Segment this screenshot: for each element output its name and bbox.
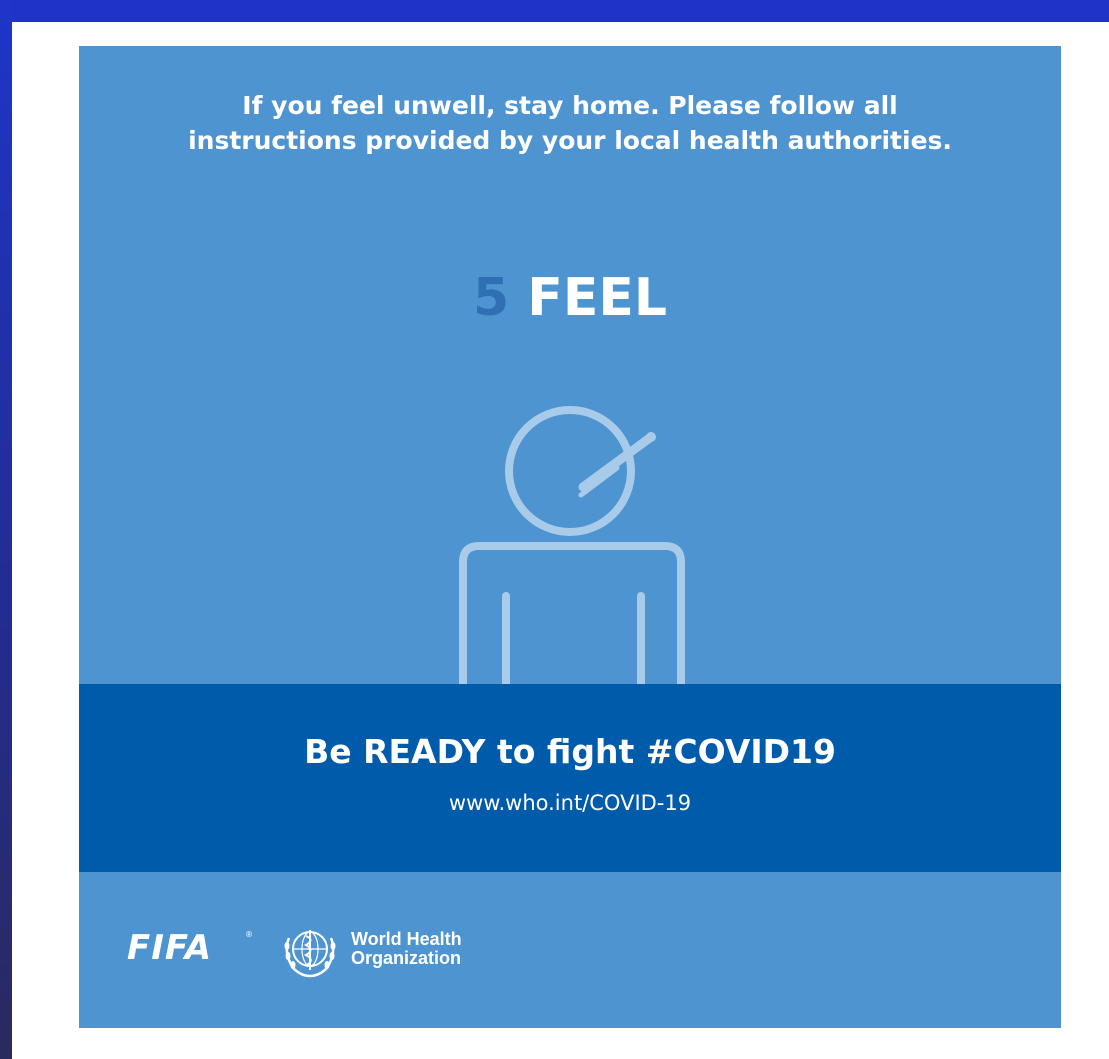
step-heading: 5 FEEL bbox=[79, 268, 1061, 328]
partner-logos: FIFA ® World Health Organization bbox=[127, 918, 527, 978]
banner-title: Be READY to fight #COVID19 bbox=[304, 732, 836, 771]
fifa-logo: FIFA bbox=[127, 928, 213, 968]
step-word: FEEL bbox=[527, 268, 667, 328]
person-with-thermometer-icon bbox=[459, 406, 685, 684]
who-wordmark: World Health Organization bbox=[351, 930, 491, 968]
step-number: 5 bbox=[473, 268, 510, 328]
who-emblem-icon bbox=[284, 930, 336, 978]
slide-frame: If you feel unwell, stay home. Please fo… bbox=[0, 0, 1109, 1059]
who-name-line1: World Health bbox=[351, 929, 462, 949]
who-name-line2: Organization bbox=[351, 948, 462, 968]
fifa-registered-mark: ® bbox=[245, 930, 253, 939]
banner-url-link[interactable]: www.who.int/COVID-19 bbox=[79, 790, 1061, 816]
cta-banner: Be READY to fight #COVID19 www.who.int/C… bbox=[79, 684, 1061, 872]
headline-text: If you feel unwell, stay home. Please fo… bbox=[188, 91, 952, 155]
poster-card: If you feel unwell, stay home. Please fo… bbox=[79, 46, 1061, 1028]
left-accent-bar bbox=[0, 0, 12, 1059]
top-accent-bar bbox=[0, 0, 1109, 22]
